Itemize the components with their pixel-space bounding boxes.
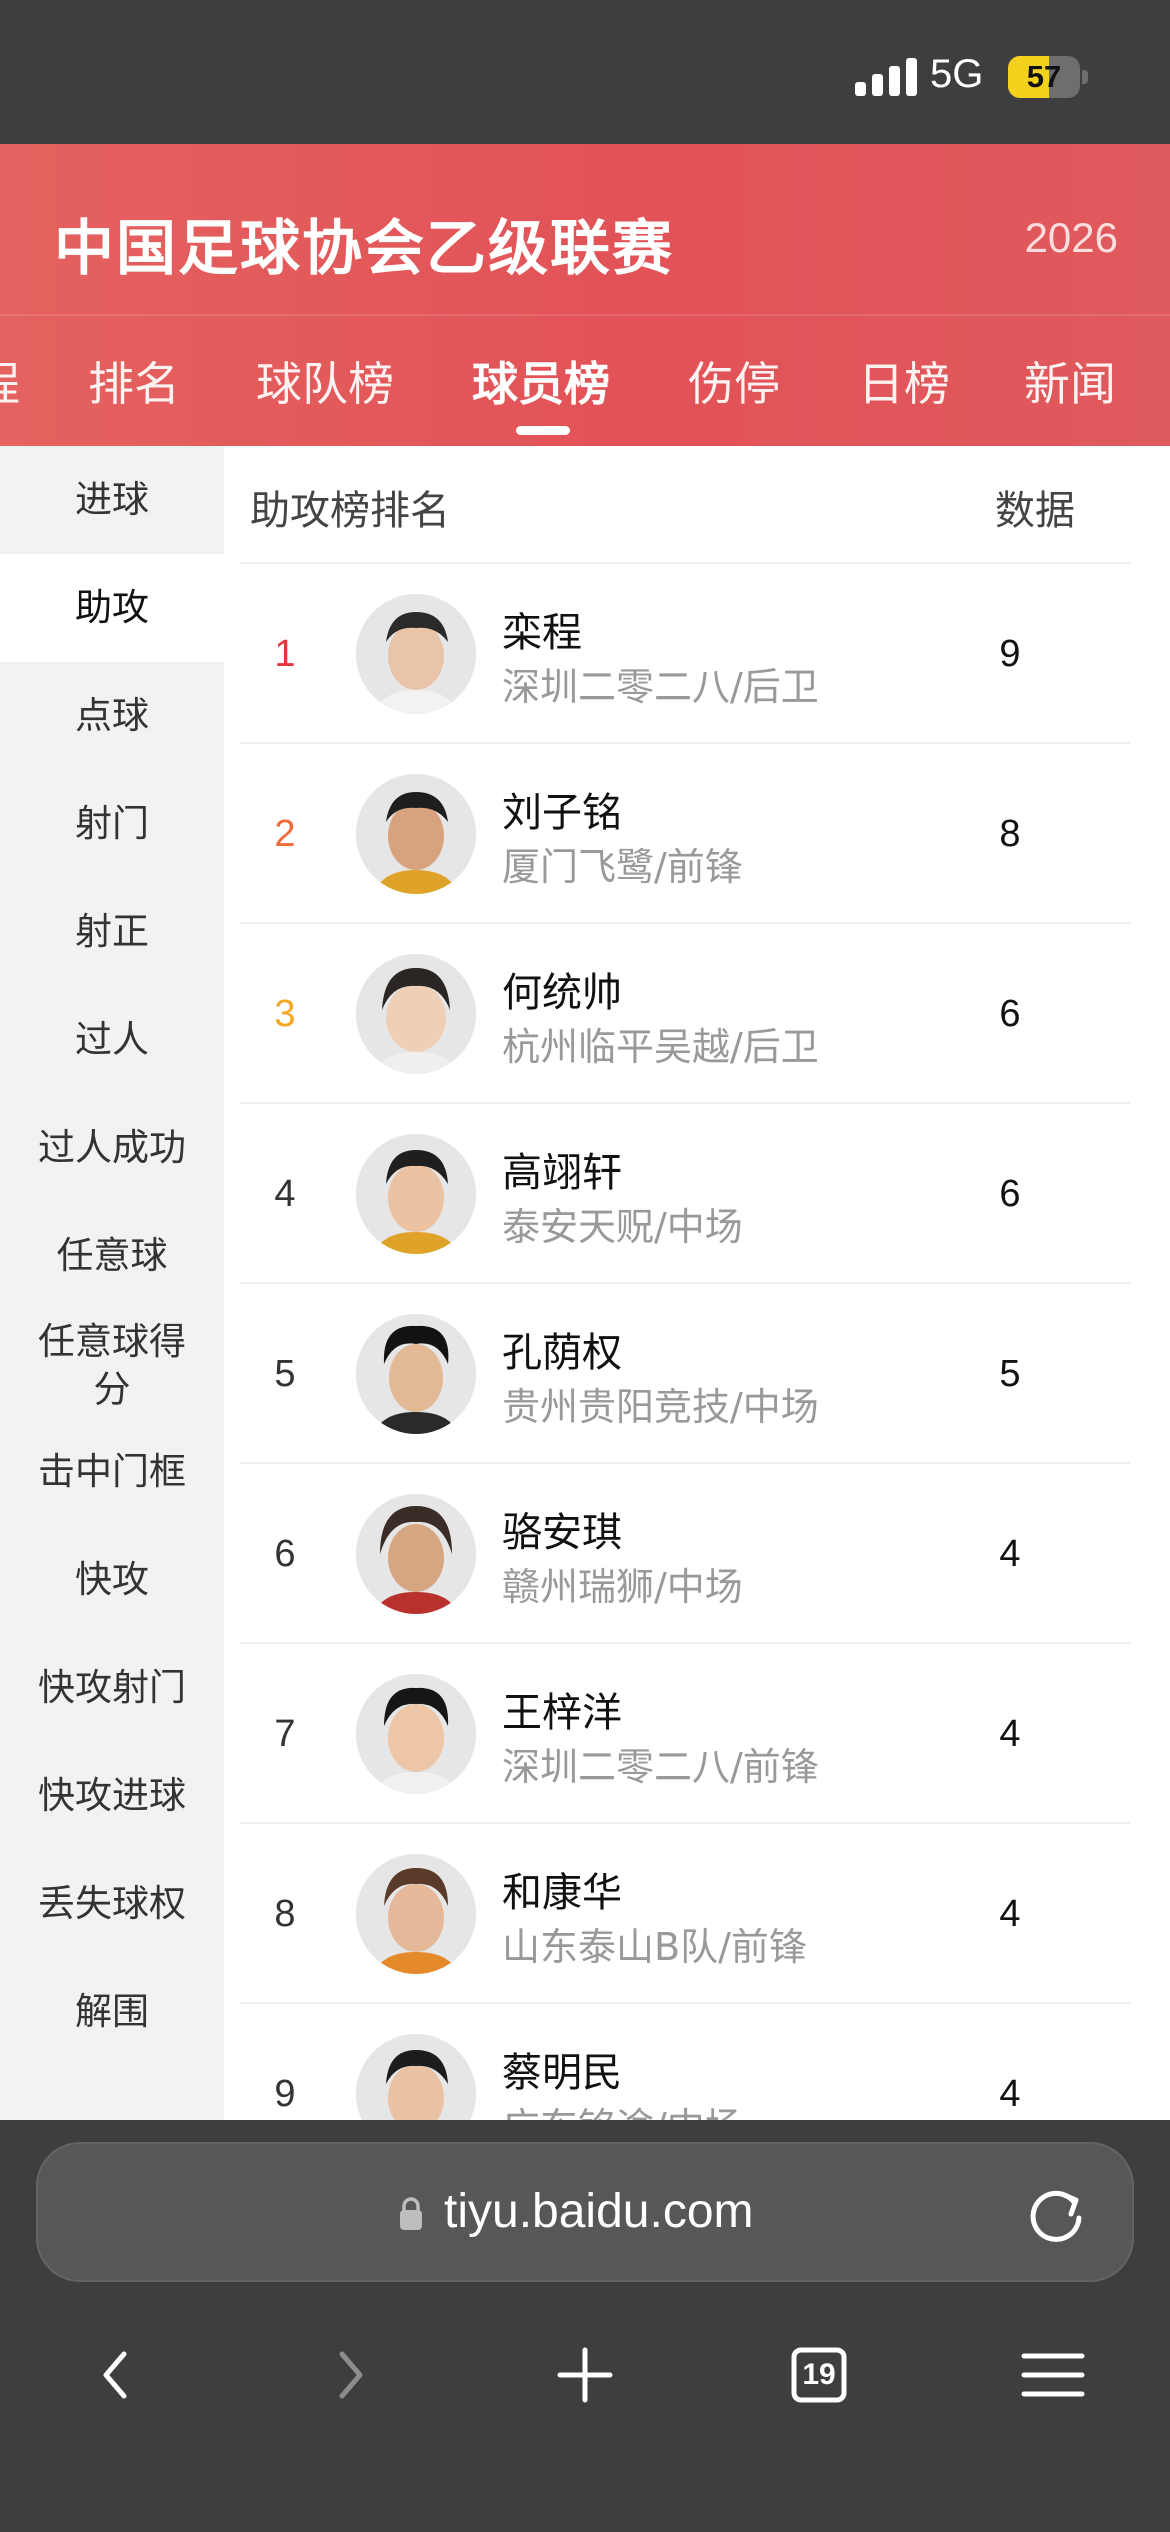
player-name: 何统帅 bbox=[502, 970, 622, 1016]
player-name: 高翊轩 bbox=[502, 1150, 622, 1196]
tab-schedule[interactable]: 程 bbox=[0, 348, 20, 414]
list-item[interactable]: 1 栾程 深圳二零二八/后卫 9 bbox=[240, 562, 1130, 742]
tab-count: 19 bbox=[802, 2358, 836, 2391]
player-team: 深圳二零二八/后卫 bbox=[502, 665, 819, 709]
network-label: 5G bbox=[930, 52, 984, 96]
header-divider bbox=[0, 314, 1170, 316]
player-name: 栾程 bbox=[502, 610, 582, 656]
browser-toolbar: tiyu.baidu.com 19 bbox=[0, 2120, 1170, 2532]
avatar bbox=[356, 1674, 476, 1794]
player-name: 孔荫权 bbox=[502, 1330, 622, 1376]
player-team: 深圳二零二八/前锋 bbox=[502, 1745, 819, 1789]
page-title: 中国足球协会乙级联赛 bbox=[54, 214, 674, 284]
lock-icon bbox=[400, 2197, 422, 2230]
add-tab-icon[interactable] bbox=[540, 2330, 630, 2420]
rank-number: 2 bbox=[274, 813, 296, 855]
rank-number: 1 bbox=[274, 633, 296, 675]
avatar bbox=[356, 1494, 476, 1614]
assist-count: 6 bbox=[999, 993, 1021, 1035]
assist-count: 4 bbox=[999, 1533, 1021, 1575]
avatar bbox=[356, 774, 476, 894]
rank-number: 5 bbox=[274, 1353, 296, 1395]
list-item[interactable]: 5 孔荫权 贵州贵阳竞技/中场 5 bbox=[240, 1282, 1130, 1462]
player-team: 泰安天贶/中场 bbox=[502, 1205, 743, 1249]
assist-ranking-list: 1 栾程 深圳二零二八/后卫 9 2 刘子铭 厦门飞鹭/前锋 8 3 何统帅 杭… bbox=[0, 446, 1170, 2120]
signal-icon bbox=[855, 58, 917, 96]
tab-ranking[interactable]: 排名 bbox=[88, 348, 180, 414]
player-name: 蔡明民 bbox=[502, 2050, 622, 2096]
tabs-button[interactable]: 19 bbox=[774, 2330, 864, 2420]
list-item[interactable]: 3 何统帅 杭州临平吴越/后卫 6 bbox=[240, 922, 1130, 1102]
player-team: 赣州瑞狮/中场 bbox=[502, 1565, 743, 1609]
list-item[interactable]: 2 刘子铭 厦门飞鹭/前锋 8 bbox=[240, 742, 1130, 922]
rank-number: 3 bbox=[274, 993, 296, 1035]
player-name: 骆安琪 bbox=[502, 1510, 622, 1556]
tab-daily[interactable]: 日榜 bbox=[858, 348, 950, 414]
avatar bbox=[356, 1314, 476, 1434]
rank-number: 4 bbox=[274, 1173, 296, 1215]
player-name: 刘子铭 bbox=[502, 790, 622, 836]
tab-player-stats[interactable]: 球员榜 bbox=[472, 348, 610, 414]
status-bar: 5G 57 bbox=[0, 0, 1170, 144]
assist-count: 4 bbox=[999, 1713, 1021, 1755]
assist-count: 4 bbox=[999, 1893, 1021, 1935]
player-team: 贵州贵阳竞技/中场 bbox=[502, 1385, 819, 1429]
player-team: 厦门飞鹭/前锋 bbox=[502, 845, 743, 889]
back-icon[interactable] bbox=[70, 2330, 160, 2420]
avatar bbox=[356, 594, 476, 714]
assist-count: 8 bbox=[999, 813, 1021, 855]
list-item[interactable]: 8 和康华 山东泰山B队/前锋 4 bbox=[240, 1822, 1130, 2002]
avatar bbox=[356, 954, 476, 1074]
forward-icon[interactable] bbox=[306, 2330, 396, 2420]
tab-injuries[interactable]: 伤停 bbox=[688, 348, 780, 414]
assist-count: 5 bbox=[999, 1353, 1021, 1395]
player-name: 王梓洋 bbox=[502, 1690, 622, 1736]
season-year: 2026 bbox=[1024, 214, 1118, 261]
avatar bbox=[356, 1854, 476, 1974]
assist-count: 6 bbox=[999, 1173, 1021, 1215]
list-item[interactable]: 6 骆安琪 赣州瑞狮/中场 4 bbox=[240, 1462, 1130, 1642]
player-name: 和康华 bbox=[502, 1870, 622, 1916]
avatar bbox=[356, 1134, 476, 1254]
list-item[interactable]: 7 王梓洋 深圳二零二八/前锋 4 bbox=[240, 1642, 1130, 1822]
rank-number: 6 bbox=[274, 1533, 296, 1575]
tab-team-stats[interactable]: 球队榜 bbox=[256, 348, 394, 414]
tab-news[interactable]: 新闻 bbox=[1024, 348, 1116, 414]
list-item[interactable]: 9 蔡明民 广东铭途/中场 4 bbox=[240, 2002, 1130, 2120]
battery-icon: 57 bbox=[1008, 56, 1088, 98]
battery-percent: 57 bbox=[1026, 59, 1062, 94]
rank-number: 7 bbox=[274, 1713, 296, 1755]
active-tab-indicator bbox=[516, 426, 570, 435]
assist-count: 4 bbox=[999, 2073, 1021, 2115]
rank-number: 8 bbox=[274, 1893, 296, 1935]
menu-icon[interactable] bbox=[1008, 2330, 1098, 2420]
avatar bbox=[356, 2034, 476, 2120]
address-bar[interactable]: tiyu.baidu.com bbox=[36, 2142, 1134, 2282]
player-team: 广东铭途/中场 bbox=[502, 2096, 743, 2120]
list-item[interactable]: 4 高翊轩 泰安天贶/中场 6 bbox=[240, 1102, 1130, 1282]
url-text: tiyu.baidu.com bbox=[444, 2185, 754, 2238]
assist-count: 9 bbox=[999, 633, 1021, 675]
rank-number: 9 bbox=[274, 2073, 296, 2115]
player-team: 杭州临平吴越/后卫 bbox=[502, 1025, 819, 1069]
player-team: 山东泰山B队/前锋 bbox=[502, 1925, 807, 1969]
reload-icon[interactable] bbox=[1024, 2182, 1088, 2246]
